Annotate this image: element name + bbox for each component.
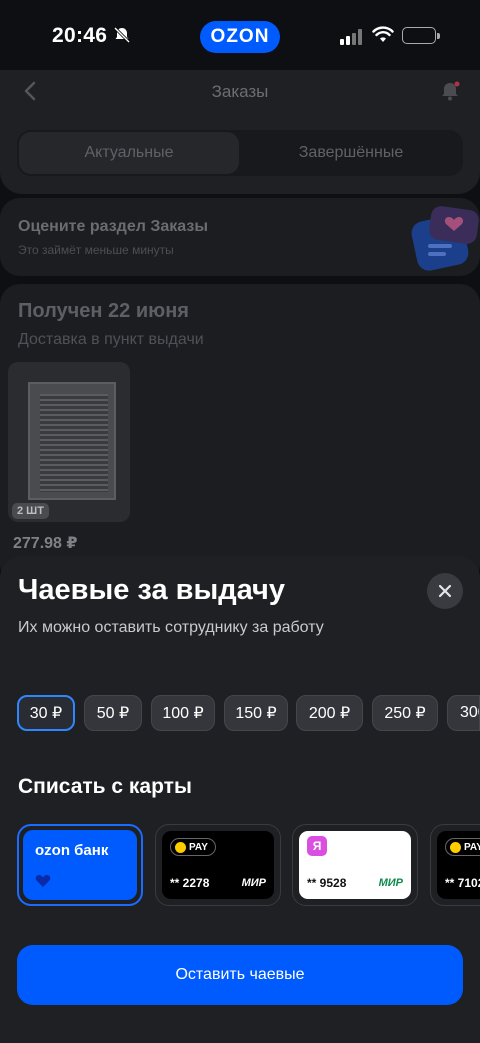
yandex-pay-icon <box>450 841 461 853</box>
card-number: ** 7102 <box>445 876 480 890</box>
payment-card-7102[interactable]: PAY ** 7102 <box>430 824 480 906</box>
tip-chip-30[interactable]: 30 ₽ <box>17 695 75 731</box>
orders-tabs: Актуальные Завершённые <box>17 130 463 176</box>
tip-chip-150[interactable]: 150 ₽ <box>224 695 288 731</box>
pay-badge-label: PAY <box>189 841 208 853</box>
status-time: 20:46 <box>52 24 108 47</box>
mir-logo: МИР <box>241 877 266 889</box>
order-delivery-type: Доставка в пункт выдачи <box>18 331 204 348</box>
notification-bell-icon[interactable] <box>439 80 461 102</box>
sheet-subtitle: Их можно оставить сотруднику за работу <box>18 619 324 636</box>
card-number: ** 9528 <box>307 876 347 890</box>
tip-chip-250[interactable]: 250 ₽ <box>372 695 438 731</box>
mir-logo: МИР <box>378 877 403 889</box>
payment-card-9528[interactable]: Я ** 9528 МИР <box>292 824 418 906</box>
tip-chip-100[interactable]: 100 ₽ <box>151 695 215 731</box>
close-icon <box>438 584 452 598</box>
yandex-pay-badge: PAY <box>445 838 480 856</box>
ozon-bank-label: ozon банк <box>35 842 109 859</box>
card-number: ** 2278 <box>170 876 210 890</box>
status-bar: 20:46 OZON <box>0 0 480 70</box>
silent-mode-icon <box>113 26 131 44</box>
feedback-illustration-icon <box>411 206 479 271</box>
battery-icon <box>402 27 440 44</box>
tip-chip-50[interactable]: 50 ₽ <box>84 695 142 731</box>
yandex-pay-icon <box>175 841 186 853</box>
tip-amount-selector: 30 ₽ 50 ₽ 100 ₽ 150 ₽ 200 ₽ 250 ₽ 300 <box>17 695 480 733</box>
cards-section-title: Списать с карты <box>18 775 192 798</box>
wifi-icon <box>372 26 394 42</box>
pay-badge-label: PAY <box>464 841 480 853</box>
payment-card-ozon-bank[interactable]: ozon банк <box>17 824 143 906</box>
tip-chip-300[interactable]: 300 <box>447 695 480 731</box>
product-image[interactable] <box>8 362 130 522</box>
rate-banner-title: Оцените раздел Заказы <box>18 218 208 235</box>
rate-banner-subtitle: Это займёт меньше минуты <box>18 243 174 257</box>
rate-section-banner[interactable] <box>0 198 480 276</box>
heart-icon <box>35 874 51 887</box>
yandex-logo-icon: Я <box>307 836 327 856</box>
sheet-title: Чаевые за выдачу <box>18 574 286 606</box>
leave-tip-button[interactable]: Оставить чаевые <box>17 945 463 1005</box>
tab-completed[interactable]: Завершённые <box>241 132 461 174</box>
page-title: Заказы <box>211 82 269 101</box>
yandex-pay-badge: PAY <box>170 838 216 856</box>
order-price: 277.98 ₽ <box>13 535 78 552</box>
payment-card-2278[interactable]: PAY ** 2278 МИР <box>155 824 281 906</box>
cellular-signal-icon <box>340 29 362 45</box>
order-status-title: Получен 22 июня <box>18 300 189 322</box>
tab-current[interactable]: Актуальные <box>19 132 239 174</box>
quantity-badge: 2 ШТ <box>12 503 49 519</box>
close-button[interactable] <box>427 573 463 609</box>
ozon-logo: OZON <box>200 21 280 53</box>
tip-chip-200[interactable]: 200 ₽ <box>296 695 363 731</box>
vent-grille-illustration <box>28 382 116 500</box>
